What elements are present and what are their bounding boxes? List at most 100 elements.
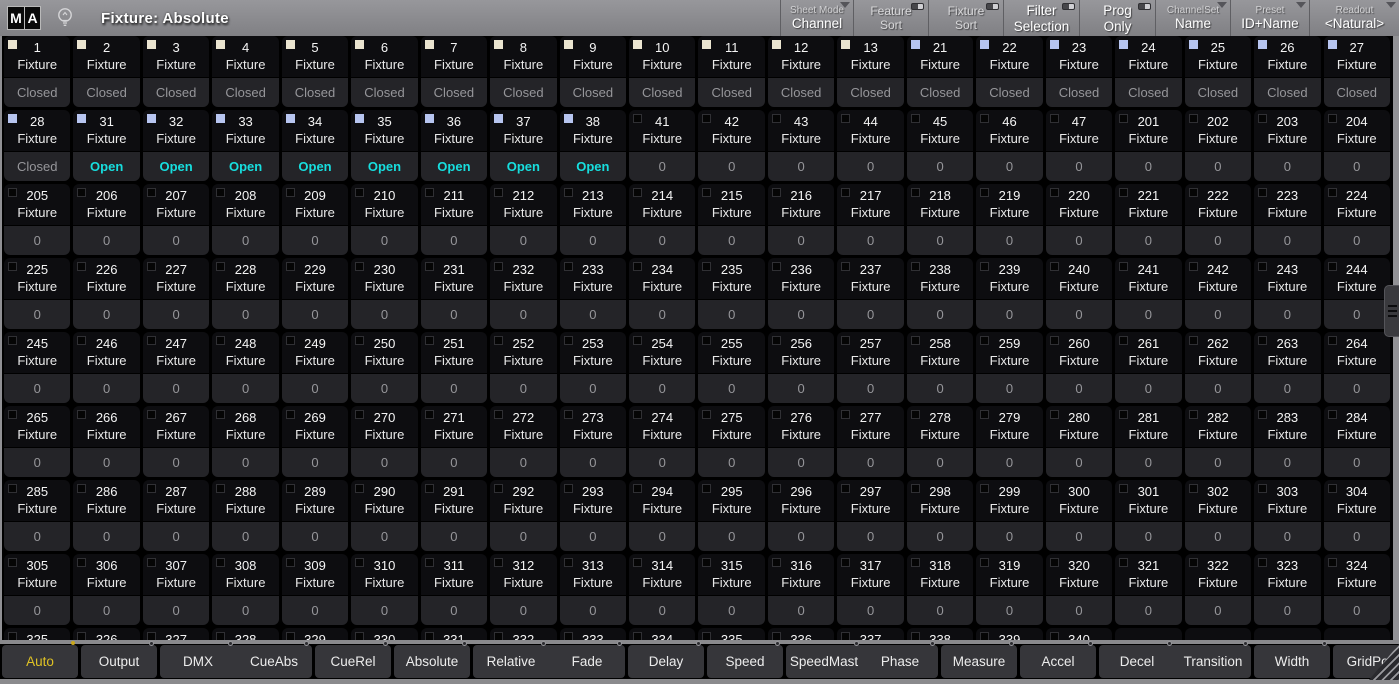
fixture-cell-empty[interactable] bbox=[1254, 628, 1321, 640]
fixture-value[interactable]: 0 bbox=[629, 300, 696, 329]
fixture-cell-23[interactable]: 23 Fixture Closed bbox=[1045, 36, 1113, 107]
fixture-value[interactable]: 0 bbox=[281, 300, 349, 329]
tab-phase[interactable]: Phase bbox=[862, 641, 938, 678]
fixture-cell-header[interactable]: 23 Fixture bbox=[1045, 36, 1113, 77]
fixture-cell-287[interactable]: 287 Fixture 0 bbox=[142, 480, 210, 551]
fixture-select-checkbox[interactable] bbox=[771, 262, 781, 271]
fixture-cell-244[interactable]: 244 Fixture 0 bbox=[1323, 258, 1390, 329]
fixture-cell-header[interactable]: 338Fixture bbox=[906, 628, 974, 640]
fixture-select-checkbox[interactable] bbox=[424, 410, 434, 419]
fixture-value[interactable]: Closed bbox=[1254, 78, 1321, 107]
fixture-cell-207[interactable]: 207 Fixture 0 bbox=[142, 184, 210, 255]
fixture-select-checkbox[interactable] bbox=[702, 114, 712, 123]
fixture-cell-header[interactable]: 253 Fixture bbox=[559, 332, 627, 373]
fixture-value[interactable]: 0 bbox=[1254, 300, 1321, 329]
fixture-cell-header[interactable]: 203 Fixture bbox=[1254, 110, 1321, 151]
fixture-cell-header[interactable]: 25 Fixture bbox=[1184, 36, 1252, 77]
fixture-select-checkbox[interactable] bbox=[1119, 558, 1129, 567]
tab-transition[interactable]: Transition bbox=[1175, 641, 1251, 678]
fixture-select-checkbox[interactable] bbox=[702, 40, 712, 49]
fixture-cell-header[interactable]: 297 Fixture bbox=[837, 480, 904, 521]
fixture-cell-290[interactable]: 290 Fixture 0 bbox=[351, 480, 418, 551]
fixture-value[interactable]: 0 bbox=[1184, 152, 1252, 181]
fixture-cell-218[interactable]: 218 Fixture 0 bbox=[906, 184, 974, 255]
fixture-value[interactable]: Open bbox=[212, 152, 279, 181]
fixture-select-checkbox[interactable] bbox=[633, 484, 643, 493]
fixture-select-checkbox[interactable] bbox=[1327, 188, 1337, 197]
fixture-select-checkbox[interactable] bbox=[146, 262, 156, 271]
fixture-cell-296[interactable]: 296 Fixture 0 bbox=[767, 480, 835, 551]
fixture-cell-266[interactable]: 266 Fixture 0 bbox=[73, 406, 140, 477]
fixture-cell-header[interactable]: 247 Fixture bbox=[142, 332, 210, 373]
fixture-cell-331[interactable]: 331Fixture0 bbox=[420, 628, 488, 640]
fixture-select-checkbox[interactable] bbox=[841, 336, 851, 345]
fixture-value[interactable]: 0 bbox=[837, 448, 904, 477]
fixture-select-checkbox[interactable] bbox=[424, 484, 434, 493]
fixture-select-checkbox[interactable] bbox=[633, 114, 643, 123]
fixture-value[interactable]: 0 bbox=[351, 448, 418, 477]
fixture-cell-248[interactable]: 248 Fixture 0 bbox=[212, 332, 279, 403]
fixture-select-checkbox[interactable] bbox=[355, 188, 365, 197]
fixture-select-checkbox[interactable] bbox=[702, 558, 712, 567]
fixture-select-checkbox[interactable] bbox=[424, 40, 434, 49]
fixture-value[interactable]: 0 bbox=[1115, 596, 1182, 625]
fixture-select-checkbox[interactable] bbox=[1188, 40, 1198, 49]
fixture-cell-header[interactable]: 244 Fixture bbox=[1323, 258, 1390, 299]
fixture-select-checkbox[interactable] bbox=[563, 632, 573, 640]
tab-output[interactable]: Output bbox=[81, 641, 157, 678]
fixture-value[interactable]: 0 bbox=[351, 226, 418, 255]
fixture-cell-208[interactable]: 208 Fixture 0 bbox=[212, 184, 279, 255]
fixture-select-checkbox[interactable] bbox=[1258, 336, 1268, 345]
fixture-select-checkbox[interactable] bbox=[216, 262, 226, 271]
fixture-cell-11[interactable]: 11 Fixture Closed bbox=[698, 36, 765, 107]
fixture-select-checkbox[interactable] bbox=[494, 40, 504, 49]
fixture-cell-header[interactable]: 10 Fixture bbox=[629, 36, 696, 77]
fixture-cell-288[interactable]: 288 Fixture 0 bbox=[212, 480, 279, 551]
fixture-cell-265[interactable]: 265 Fixture 0 bbox=[4, 406, 71, 477]
fixture-cell-212[interactable]: 212 Fixture 0 bbox=[490, 184, 557, 255]
fixture-cell-header[interactable]: 308 Fixture bbox=[212, 554, 279, 595]
fixture-select-checkbox[interactable] bbox=[563, 262, 573, 271]
fixture-select-checkbox[interactable] bbox=[77, 40, 87, 49]
fixture-cell-header[interactable]: 318 Fixture bbox=[906, 554, 974, 595]
fixture-cell-203[interactable]: 203 Fixture 0 bbox=[1254, 110, 1321, 181]
fixture-value[interactable]: Closed bbox=[73, 78, 140, 107]
fixture-value[interactable]: Open bbox=[73, 152, 140, 181]
fixture-cell-header[interactable]: 241 Fixture bbox=[1115, 258, 1182, 299]
fixture-value[interactable]: Closed bbox=[4, 78, 71, 107]
fixture-cell-header[interactable]: 209 Fixture bbox=[281, 184, 349, 225]
fixture-cell-header[interactable]: 333Fixture bbox=[559, 628, 627, 640]
fixture-cell-header[interactable]: 202 Fixture bbox=[1184, 110, 1252, 151]
fixture-select-checkbox[interactable] bbox=[980, 336, 990, 345]
fixture-value[interactable]: 0 bbox=[420, 374, 488, 403]
fixture-cell-header[interactable]: 239 Fixture bbox=[976, 258, 1043, 299]
fixture-value[interactable]: 0 bbox=[1254, 596, 1321, 625]
fixture-value[interactable]: Closed bbox=[906, 78, 974, 107]
fixture-select-checkbox[interactable] bbox=[146, 114, 156, 123]
fixture-cell-header[interactable]: 284 Fixture bbox=[1323, 406, 1390, 447]
fixture-select-checkbox[interactable] bbox=[1258, 410, 1268, 419]
fixture-value[interactable]: 0 bbox=[4, 522, 71, 551]
fixture-cell-230[interactable]: 230 Fixture 0 bbox=[351, 258, 418, 329]
fixture-value[interactable]: 0 bbox=[837, 226, 904, 255]
fixture-cell-247[interactable]: 247 Fixture 0 bbox=[142, 332, 210, 403]
fixture-cell-254[interactable]: 254 Fixture 0 bbox=[629, 332, 696, 403]
fixture-cell-header[interactable]: 304 Fixture bbox=[1323, 480, 1390, 521]
fixture-cell-header[interactable]: 228 Fixture bbox=[212, 258, 279, 299]
fixture-cell-header[interactable]: 277 Fixture bbox=[837, 406, 904, 447]
tab-delay[interactable]: Delay bbox=[628, 641, 704, 678]
fixture-cell-header[interactable]: 293 Fixture bbox=[559, 480, 627, 521]
fixture-cell-37[interactable]: 37 Fixture Open bbox=[490, 110, 557, 181]
fixture-cell-header[interactable]: 271 Fixture bbox=[420, 406, 488, 447]
fixture-cell-43[interactable]: 43 Fixture 0 bbox=[767, 110, 835, 181]
fixture-select-checkbox[interactable] bbox=[980, 40, 990, 49]
fixture-value[interactable]: 0 bbox=[490, 448, 557, 477]
fixture-cell-340[interactable]: 340Fixture0 bbox=[1045, 628, 1113, 640]
fixture-select-checkbox[interactable] bbox=[494, 114, 504, 123]
fixture-cell-259[interactable]: 259 Fixture 0 bbox=[976, 332, 1043, 403]
fixture-cell-233[interactable]: 233 Fixture 0 bbox=[559, 258, 627, 329]
fixture-cell-332[interactable]: 332Fixture0 bbox=[490, 628, 557, 640]
fixture-cell-339[interactable]: 339Fixture0 bbox=[976, 628, 1043, 640]
fixture-cell-header[interactable]: 205 Fixture bbox=[4, 184, 71, 225]
fixture-value[interactable]: 0 bbox=[4, 226, 71, 255]
